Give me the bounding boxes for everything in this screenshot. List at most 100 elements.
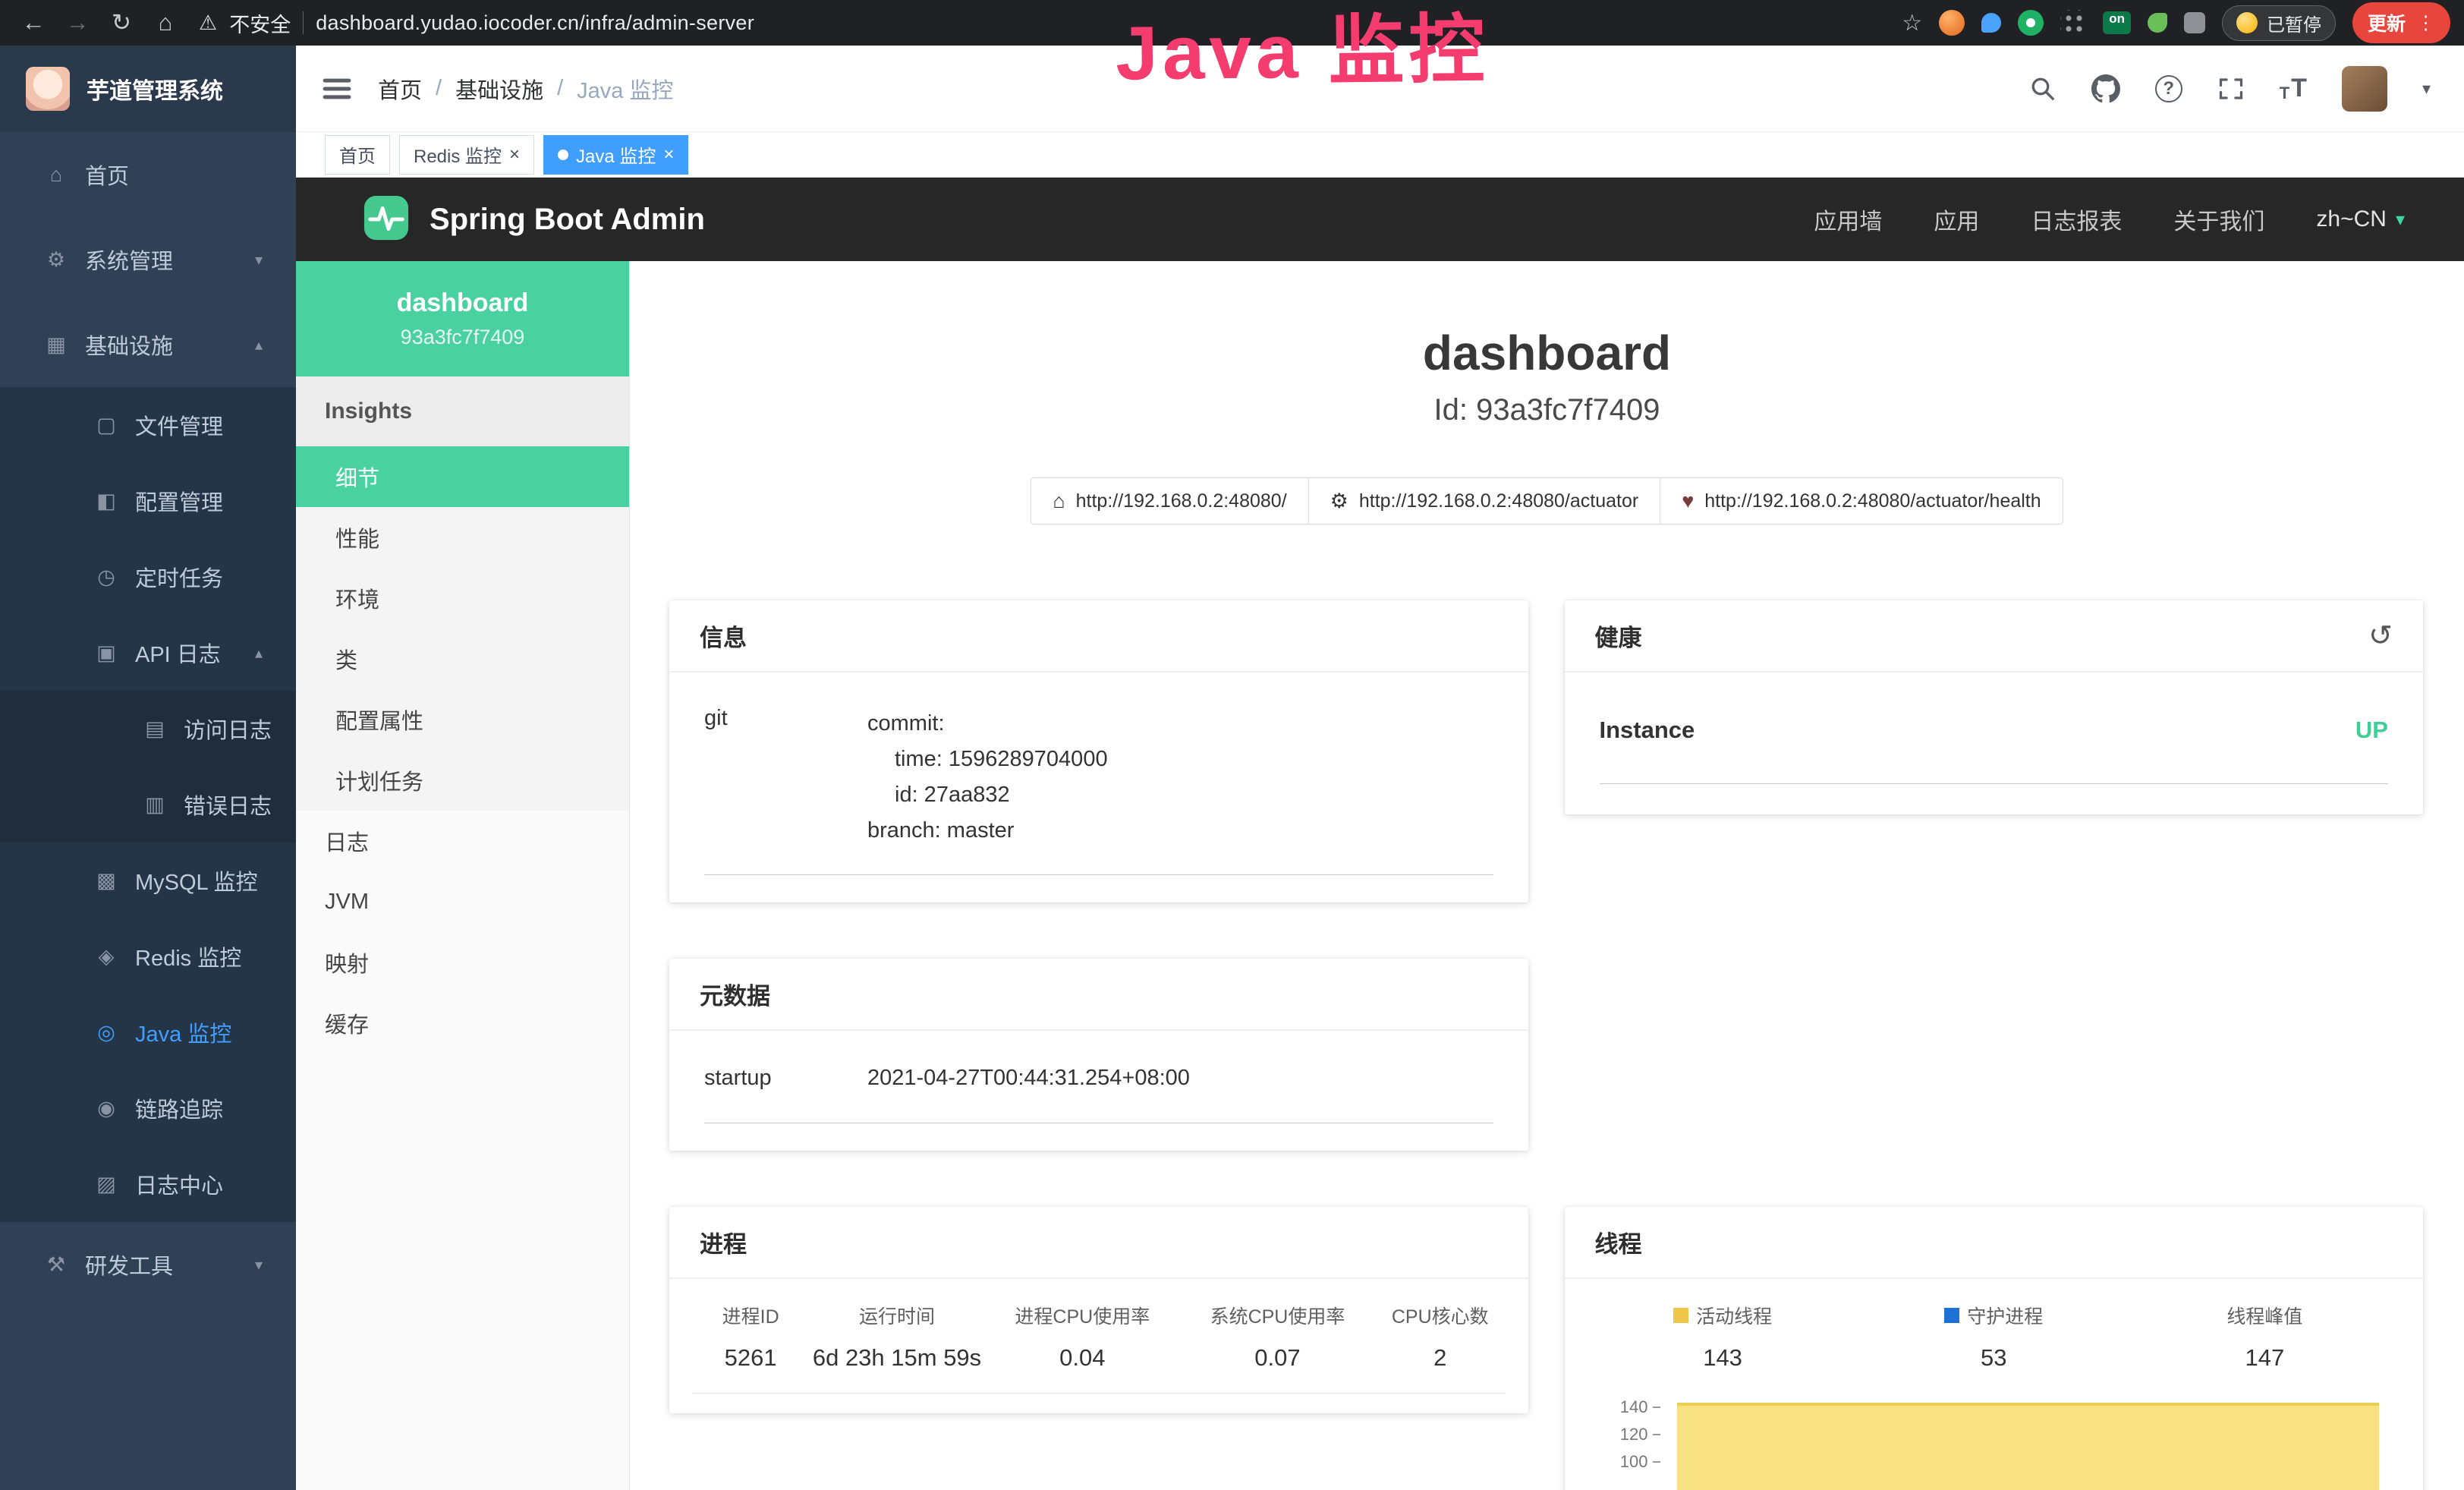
tab-java-monitor[interactable]: Java 监控 × [543,135,688,175]
app-logo-row[interactable]: 芋道管理系统 [0,46,296,132]
threads-card-title: 线程 [1565,1207,2424,1279]
user-menu-caret-icon[interactable]: ▾ [2422,79,2431,99]
health-instance-row[interactable]: Instance UP [1600,673,2389,784]
heart-icon: ♥ [1682,490,1694,513]
url-divider [303,11,304,34]
sidebar-item-java-monitor[interactable]: ◎ Java 监控 [0,994,296,1070]
breadcrumb-home[interactable]: 首页 [378,73,422,105]
breadcrumb-current: Java 监控 [577,73,673,105]
sba-item-details[interactable]: 细节 [296,446,629,507]
sba-item-caches[interactable]: 缓存 [296,993,629,1054]
process-card: 进程 进程ID 运行时间 进程CPU使用率 系统CPU使用率 CPU核心数 52… [669,1207,1528,1413]
sba-item-classes[interactable]: 类 [296,628,629,689]
chevron-down-icon: ▾ [255,1255,263,1274]
bookmark-star-icon[interactable]: ☆ [1902,10,1922,36]
sidebar-item-system-mgmt[interactable]: ⚙ 系统管理 ▾ [0,217,296,302]
sidebar-item-home[interactable]: ⌂ 首页 [0,132,296,217]
metadata-card: 元数据 startup 2021-04-27T00:44:31.254+08:0… [669,959,1528,1151]
extension-grid-icon[interactable] [2060,10,2086,36]
history-icon[interactable]: ↺ [2368,619,2393,653]
home-icon: ⌂ [1053,490,1065,513]
sidebar-item-scheduled-jobs[interactable]: ◷ 定时任务 [0,539,296,615]
sba-nav-applications[interactable]: 应用 [1934,203,1979,236]
breadcrumb-infrastructure[interactable]: 基础设施 [455,73,543,105]
infrastructure-icon: ▦ [42,333,70,357]
tab-redis-monitor[interactable]: Redis 监控 × [399,135,534,175]
mysql-icon: ▩ [93,869,120,893]
chevron-down-icon: ▾ [2396,209,2405,231]
user-avatar[interactable] [2342,66,2387,112]
sidebar-item-infrastructure[interactable]: ▦ 基础设施 ▴ [0,302,296,387]
tab-close-icon[interactable]: × [509,146,520,164]
sba-item-config-props[interactable]: 配置属性 [296,689,629,750]
chevron-up-icon: ▴ [255,335,263,354]
sba-navbar: Spring Boot Admin 应用墙 应用 日志报表 关于我们 zh~CN… [296,178,2464,261]
font-size-icon[interactable]: TT [2280,74,2307,103]
detail-cards: 信息 git commit: time: 1596289704000 id: 2… [669,600,2423,1490]
update-button[interactable]: 更新 ⋮ [2352,2,2450,43]
sidebar-item-redis-monitor[interactable]: ◈ Redis 监控 [0,918,296,994]
search-icon[interactable] [2029,75,2056,102]
security-label[interactable]: 不安全 [229,8,291,38]
health-card: 健康 ↺ Instance UP [1565,600,2424,814]
sidebar-item-api-logs[interactable]: ▣ API 日志 ▴ [0,615,296,691]
sidebar-item-file-mgmt[interactable]: ▢ 文件管理 [0,387,296,463]
reload-button[interactable]: ↻ [102,3,141,43]
extension-fox-icon[interactable] [1939,10,1965,36]
sidebar-item-error-logs[interactable]: ▥ 错误日志 [0,767,296,843]
sba-nav-about[interactable]: 关于我们 [2173,203,2264,236]
page-title: dashboard [630,325,2464,381]
tab-home[interactable]: 首页 [325,135,390,175]
instance-id: Id: 93a3fc7f7409 [630,393,2464,427]
forward-button[interactable]: → [58,3,97,43]
sba-logo[interactable] [363,194,410,245]
sba-item-environment[interactable]: 环境 [296,568,629,628]
extension-drop-icon[interactable] [1981,13,2001,33]
browser-home-button[interactable]: ⌂ [146,3,185,43]
tab-close-icon[interactable]: × [663,146,674,164]
browser-menu-kebab-icon[interactable]: ⋮ [2416,11,2435,34]
sba-item-scheduled-tasks[interactable]: 计划任务 [296,750,629,811]
sba-nav-wallboard[interactable]: 应用墙 [1814,203,1882,236]
sidebar-item-tracing[interactable]: ◉ 链路追踪 [0,1070,296,1146]
profile-paused-chip[interactable]: 已暂停 [2222,5,2336,41]
extension-leaf-icon[interactable] [2148,13,2167,33]
sidebar-item-dev-tools[interactable]: ⚒ 研发工具 ▾ [0,1222,296,1307]
log-icon: ▣ [93,641,120,665]
sba-brand-title[interactable]: Spring Boot Admin [430,203,705,237]
extension-green-icon[interactable] [2018,10,2044,36]
sba-item-mappings[interactable]: 映射 [296,932,629,993]
back-button[interactable]: ← [14,3,53,43]
fullscreen-icon[interactable] [2217,75,2245,102]
document-icon: ▥ [141,793,168,817]
github-icon[interactable] [2091,74,2120,103]
redis-icon: ◈ [93,945,120,969]
url-text[interactable]: dashboard.yudao.iocoder.cn/infra/admin-s… [316,11,754,35]
sidebar-item-log-center[interactable]: ▨ 日志中心 [0,1146,296,1222]
help-icon[interactable]: ? [2155,75,2182,102]
sba-locale-select[interactable]: zh~CN ▾ [2316,206,2405,232]
metadata-row-startup: startup 2021-04-27T00:44:31.254+08:00 [704,1031,1493,1123]
extension-on-badge[interactable]: on [2103,11,2131,34]
health-url-button[interactable]: ♥ http://192.168.0.2:48080/actuator/heal… [1660,477,2063,524]
actuator-url-button[interactable]: ⚙ http://192.168.0.2:48080/actuator [1308,477,1661,524]
sidebar-item-access-logs[interactable]: ▤ 访问日志 [0,691,296,767]
java-monitor-icon: ◎ [93,1021,120,1044]
sba-item-jvm[interactable]: JVM [296,871,629,932]
sba-nav-links: 应用墙 应用 日志报表 关于我们 zh~CN ▾ [1814,203,2405,236]
sba-nav-journal[interactable]: 日志报表 [2031,203,2122,236]
sba-item-logs[interactable]: 日志 [296,811,629,871]
live-threads-legend-swatch [1673,1308,1688,1323]
sidebar-item-config-mgmt[interactable]: ◧ 配置管理 [0,463,296,539]
service-url-button[interactable]: ⌂ http://192.168.0.2:48080/ [1031,477,1308,524]
update-label: 更新 [2368,9,2406,36]
sba-item-performance[interactable]: 性能 [296,507,629,568]
sidebar-item-mysql-monitor[interactable]: ▩ MySQL 监控 [0,843,296,918]
hamburger-icon[interactable] [296,76,378,102]
browser-toolbar-right: ☆ on 已暂停 更新 ⋮ [1902,2,2450,43]
sba-instance-header[interactable]: dashboard 93a3fc7f7409 [296,261,629,376]
extensions-puzzle-icon[interactable] [2184,12,2205,33]
address-bar[interactable]: ⚠ 不安全 dashboard.yudao.iocoder.cn/infra/a… [199,8,1897,38]
file-icon: ▢ [93,414,120,437]
tab-active-dot [558,150,568,160]
